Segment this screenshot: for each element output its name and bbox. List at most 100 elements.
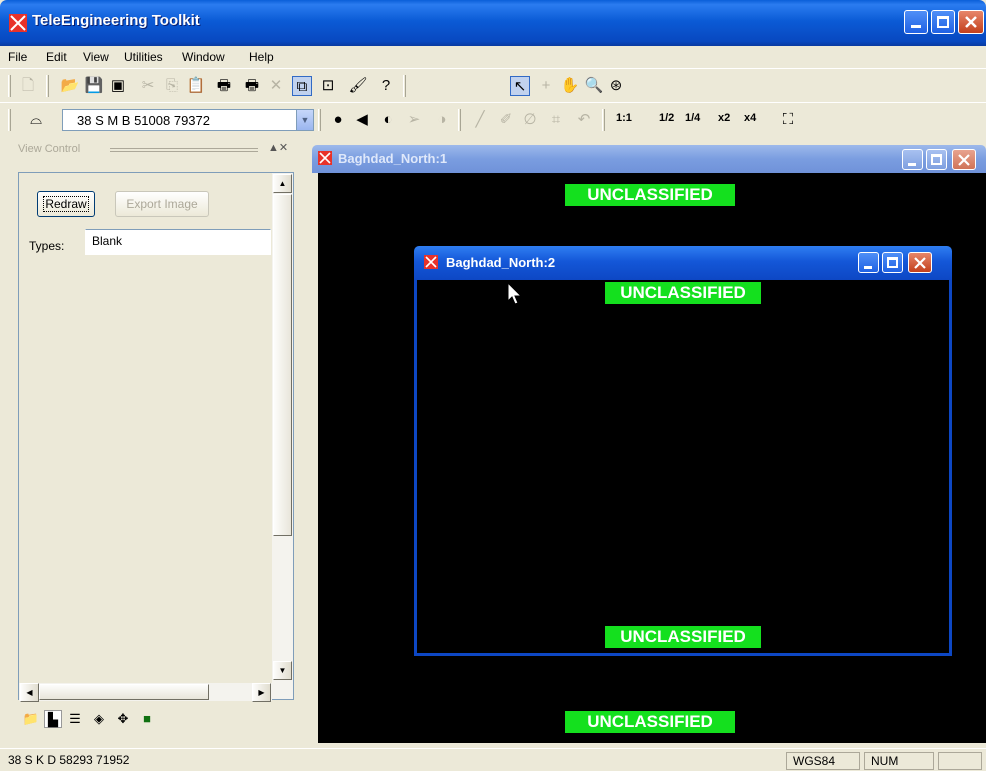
scroll-up-button[interactable]: ▲ <box>273 174 292 193</box>
map-window-north-2-title: Baghdad_North:2 <box>446 255 556 270</box>
brush-icon[interactable]: 🖌 <box>348 76 368 96</box>
zoom-x2-button[interactable]: x2 <box>718 112 730 124</box>
print-preview-icon[interactable]: 🖶 <box>242 76 262 96</box>
maximize-button[interactable] <box>931 10 955 34</box>
view-control-title: View Control <box>18 143 81 155</box>
minimize-button[interactable] <box>902 149 923 170</box>
menu-window[interactable]: Window <box>182 50 225 64</box>
crosshair-icon[interactable]: + <box>536 76 556 96</box>
open-folder-icon[interactable]: 📂 <box>60 76 80 96</box>
map-tab-icon[interactable]: ■ <box>138 710 156 728</box>
maximize-button[interactable] <box>882 252 903 273</box>
export-image-button[interactable]: Export Image <box>115 191 209 217</box>
map-window-north-1-titlebar[interactable]: Baghdad_North:1 <box>312 145 986 173</box>
new-file-icon[interactable]: 🗋 <box>18 76 38 96</box>
menu-edit[interactable]: Edit <box>46 50 67 64</box>
status-datum: WGS84 <box>786 752 860 770</box>
zoom-quarter-button[interactable]: 1/4 <box>685 112 700 124</box>
map-canvas-north-2[interactable]: UNCLASSIFIED UNCLASSIFIED <box>414 280 952 656</box>
layout-window-icon[interactable]: ⧉ <box>292 76 312 96</box>
coordinate-value: 38 S M B 51008 79372 <box>77 113 210 128</box>
print-icon[interactable]: 🖶 <box>214 76 234 96</box>
minimize-button[interactable] <box>904 10 928 34</box>
menu-view[interactable]: View <box>83 50 109 64</box>
classification-banner-top: UNCLASSIFIED <box>565 184 735 206</box>
vector-tool-icon[interactable]: ◀ <box>352 110 372 130</box>
undo-icon[interactable]: ↶ <box>574 110 594 130</box>
save-all-icon[interactable]: ▣ <box>108 76 128 96</box>
compass-icon[interactable]: ⊛ <box>606 76 626 96</box>
horizontal-scrollbar[interactable]: ◀ ▶ <box>19 683 272 702</box>
close-icon <box>965 16 977 28</box>
move-tab-icon[interactable]: ✥ <box>114 710 132 728</box>
export-image-label: Export Image <box>126 197 198 211</box>
scroll-thumb[interactable] <box>273 194 292 536</box>
title-bar[interactable]: TeleEngineering Toolkit <box>0 0 986 46</box>
fit-extent-icon[interactable]: ⛶ <box>778 110 798 130</box>
file-tab-icon[interactable]: ▙ <box>44 710 62 728</box>
types-field[interactable]: Blank <box>85 229 271 255</box>
toolbar-separator <box>403 75 406 97</box>
draw-line-icon[interactable]: ╱ <box>470 110 490 130</box>
minimize-icon <box>908 163 916 166</box>
point-tool-icon[interactable]: ● <box>328 110 348 130</box>
status-num-lock: NUM <box>864 752 934 770</box>
minimize-icon <box>911 25 921 28</box>
close-button[interactable] <box>908 252 932 273</box>
half-circle-icon[interactable]: ◐ <box>378 110 398 130</box>
line-tool-icon[interactable]: ➢ <box>404 110 424 130</box>
save-icon[interactable]: 💾 <box>84 76 104 96</box>
toolbar-grip[interactable] <box>8 75 11 97</box>
coordinate-combobox[interactable]: 38 S M B 51008 79372 ▼ <box>62 109 314 131</box>
panel-tab-strip: 📁 ▙ ☰ ◈ ✥ ■ <box>18 705 298 733</box>
close-button[interactable] <box>958 10 984 34</box>
zoom-x4-button[interactable]: x4 <box>744 112 756 124</box>
fill-tool-icon[interactable]: ◑ <box>432 110 452 130</box>
status-bar: 38 S K D 58293 71952 WGS84 NUM <box>0 748 986 771</box>
pan-hand-icon[interactable]: ✋ <box>560 76 580 96</box>
menu-utilities[interactable]: Utilities <box>124 50 163 64</box>
folder-tab-icon[interactable]: 📁 <box>22 710 40 728</box>
minimize-icon <box>864 266 872 269</box>
zoom-1-1-button[interactable]: 1:1 <box>616 112 632 124</box>
window-title: TeleEngineering Toolkit <box>32 12 200 29</box>
menu-help[interactable]: Help <box>249 50 274 64</box>
classification-banner-bottom: UNCLASSIFIED <box>565 711 735 733</box>
paste-icon[interactable]: 📋 <box>186 76 206 96</box>
list-tab-icon[interactable]: ☰ <box>66 710 84 728</box>
window-logo-icon <box>318 151 332 165</box>
select-arrow-icon[interactable]: ↖ <box>510 76 530 96</box>
hscroll-thumb[interactable] <box>39 684 209 700</box>
zoom-half-button[interactable]: 1/2 <box>659 112 674 124</box>
delete-icon[interactable]: ✕ <box>266 76 286 96</box>
dock-grip <box>110 148 258 152</box>
terrain-profile-icon[interactable]: ⌓ <box>26 110 46 130</box>
eraser-icon[interactable]: ✐ <box>496 110 516 130</box>
image-window-icon[interactable]: ⊡ <box>318 76 338 96</box>
map-window-north-2: Baghdad_North:2 UNCLASSIFIED UNCLASSIFIE… <box>414 246 952 658</box>
main-window: TeleEngineering Toolkit File Edit View U… <box>0 0 986 771</box>
scroll-right-button[interactable]: ▶ <box>252 683 271 702</box>
redraw-button[interactable]: Redraw <box>37 191 95 217</box>
map-window-north-2-titlebar[interactable]: Baghdad_North:2 <box>414 246 952 280</box>
vertical-scrollbar[interactable]: ▲ ▼ <box>272 173 293 699</box>
zoom-magnifier-icon[interactable]: 🔍 <box>584 76 604 96</box>
close-button[interactable] <box>952 149 976 170</box>
view-control-header[interactable]: View Control ▲✕ <box>10 141 306 159</box>
copy-icon[interactable]: ⎘ <box>162 76 182 96</box>
scroll-down-button[interactable]: ▼ <box>273 661 292 680</box>
layers-tab-icon[interactable]: ◈ <box>90 710 108 728</box>
grid-icon[interactable]: ⌗ <box>546 110 566 130</box>
navigation-toolbar: ⌓ 38 S M B 51008 79372 ▼ ● ◀ ◐ ➢ ◑ ╱ ✐ ∅… <box>0 102 986 136</box>
dock-buttons[interactable]: ▲✕ <box>268 141 288 154</box>
clear-icon[interactable]: ∅ <box>520 110 540 130</box>
menu-file[interactable]: File <box>8 50 27 64</box>
minimize-button[interactable] <box>858 252 879 273</box>
cut-icon[interactable]: ✂ <box>138 76 158 96</box>
maximize-button[interactable] <box>926 149 947 170</box>
help-icon[interactable]: ? <box>376 76 396 96</box>
toolbar-grip[interactable] <box>8 109 11 131</box>
chevron-down-icon[interactable]: ▼ <box>296 110 313 130</box>
scroll-left-button[interactable]: ◀ <box>20 683 39 702</box>
toolbar-separator <box>46 75 49 97</box>
